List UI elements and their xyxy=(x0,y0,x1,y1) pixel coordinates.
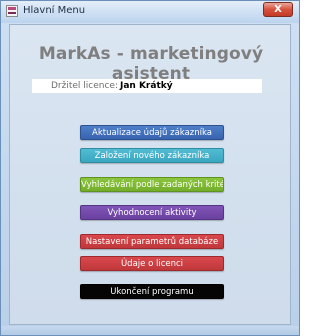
update-customer-button[interactable]: Aktualizace údajů zákazníka xyxy=(80,125,224,140)
search-criteria-button[interactable]: Vyhledávání podle zadaných kritérií xyxy=(80,177,224,192)
licence-holder-label: Držitel licence: xyxy=(51,81,118,91)
activity-evaluation-button[interactable]: Vyhodnocení aktivity xyxy=(80,205,224,220)
licence-info-button[interactable]: Údaje o licenci xyxy=(80,256,224,271)
main-menu-panel: MarkAs - marketingový asistent Držitel l… xyxy=(9,24,291,325)
new-customer-button[interactable]: Založení nového zákazníka xyxy=(80,148,224,163)
title-bar[interactable]: Hlavní Menu X xyxy=(1,1,299,23)
app-heading: MarkAs - marketingový asistent xyxy=(38,44,264,84)
window-title: Hlavní Menu xyxy=(23,5,86,16)
main-menu-window: Hlavní Menu X MarkAs - marketingový asis… xyxy=(0,0,300,336)
window-bottom-border xyxy=(1,326,299,335)
form-icon xyxy=(6,5,18,17)
close-button[interactable]: X xyxy=(263,2,293,17)
database-settings-button[interactable]: Nastavení parametrů databáze xyxy=(80,234,224,249)
licence-holder-value: Jan Krátký xyxy=(120,81,173,91)
licence-holder-row: Držitel licence: Jan Krátký xyxy=(32,79,262,93)
exit-program-button[interactable]: Ukončení programu xyxy=(80,284,224,299)
